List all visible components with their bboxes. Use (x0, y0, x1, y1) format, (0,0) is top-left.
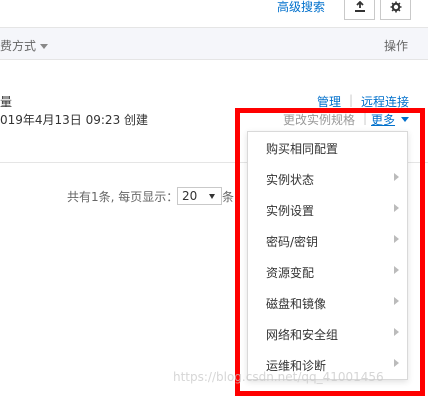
pagination-label: 共有1条, 每页显示： (67, 190, 179, 204)
billing-method-header[interactable]: 费方式 (0, 37, 49, 54)
chevron-right-icon (394, 297, 399, 305)
menu-item-label: 网络和安全组 (266, 328, 339, 342)
created-time: 019年4月13日 09:23 创建 (0, 113, 149, 127)
menu-item-instance-status[interactable]: 实例状态 (248, 163, 407, 194)
export-icon (354, 1, 365, 12)
quantity-text: 量 (0, 95, 13, 109)
menu-item-label: 密码/密钥 (266, 235, 319, 249)
menu-item-disk-image[interactable]: 磁盘和镜像 (248, 287, 407, 318)
caret-down-icon (40, 44, 49, 49)
chevron-down-icon (401, 117, 409, 122)
more-dropdown-menu: 购买相同配置 实例状态 实例设置 密码/密钥 资源变配 磁盘和镜像 网络和安全组… (247, 131, 408, 380)
menu-item-label: 磁盘和镜像 (266, 297, 327, 311)
menu-item-ops-diagnosis[interactable]: 运维和诊断 (248, 349, 407, 380)
change-spec-link[interactable]: 更改实例规格 (283, 111, 355, 128)
caret-down-icon (209, 194, 215, 199)
page-size-value: 20 (182, 189, 198, 203)
menu-item-buy-same-config[interactable]: 购买相同配置 (248, 132, 407, 163)
gear-icon (390, 1, 401, 13)
divider: | (349, 93, 354, 107)
menu-item-instance-settings[interactable]: 实例设置 (248, 194, 407, 225)
actions-header: 操作 (384, 39, 409, 53)
settings-button[interactable] (380, 0, 411, 20)
menu-item-label: 实例状态 (266, 173, 315, 187)
chevron-right-icon (394, 173, 399, 181)
manage-link[interactable]: 管理 (317, 93, 341, 110)
chevron-right-icon (394, 235, 399, 243)
menu-item-label: 运维和诊断 (266, 359, 327, 373)
chevron-right-icon (394, 359, 399, 367)
chevron-right-icon (394, 328, 399, 336)
pagination-suffix: 条 (222, 190, 235, 204)
chevron-right-icon (394, 204, 399, 212)
menu-item-label: 实例设置 (266, 204, 315, 218)
table-header: 费方式 操作 (0, 27, 428, 60)
menu-item-network-security-group[interactable]: 网络和安全组 (248, 318, 407, 349)
menu-item-label: 购买相同配置 (266, 142, 339, 156)
advanced-search-link[interactable]: 高级搜索 (277, 0, 325, 16)
menu-item-resource-change[interactable]: 资源变配 (248, 256, 407, 287)
menu-item-password-key[interactable]: 密码/密钥 (248, 225, 407, 256)
page-size-select[interactable]: 20 (177, 187, 222, 205)
remote-connect-link[interactable]: 远程连接 (361, 93, 409, 110)
billing-method-label: 费方式 (0, 39, 37, 53)
more-dropdown-toggle[interactable]: 更多 (371, 111, 395, 128)
chevron-right-icon (394, 266, 399, 274)
export-button[interactable] (344, 0, 375, 20)
menu-item-label: 资源变配 (266, 266, 315, 280)
divider: | (363, 111, 368, 125)
